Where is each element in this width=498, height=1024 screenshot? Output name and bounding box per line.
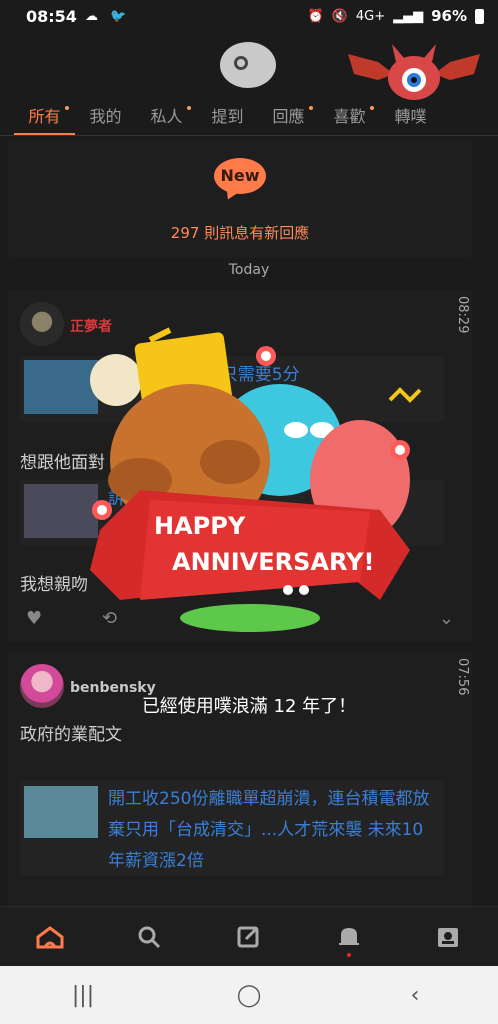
nav-notifications[interactable] [299, 907, 399, 966]
search-icon [138, 926, 161, 948]
battery-icon [475, 8, 484, 24]
tab-label: 提到 [211, 107, 244, 126]
mute-icon: 🔇 [331, 8, 348, 24]
tab-mine[interactable]: 我的 [75, 102, 136, 135]
plurk-post[interactable]: benbensky 07:56 政府的業配文 開工收250份離職單超崩潰，連台積… [8, 652, 472, 906]
alarm-icon: ⏰ [307, 8, 324, 24]
nav-profile[interactable] [398, 907, 498, 966]
chevron-down-icon[interactable]: ⌄ [439, 608, 454, 629]
tab-label: 回應 [272, 107, 305, 126]
tab-label: 喜歡 [333, 107, 366, 126]
notification-icons: ☁ 🐦 [84, 8, 131, 24]
recents-icon[interactable]: ||| [0, 966, 166, 1024]
date-divider: Today [228, 262, 270, 278]
plurk-logo[interactable] [220, 42, 276, 88]
network-label: 4G+ [355, 8, 386, 24]
demon-mascot-icon[interactable] [348, 40, 480, 104]
link-preview[interactable]: 開工收250份離職單超崩潰，連台積電都放棄只用「台成清交」...人才荒來襲 未來… [20, 780, 444, 876]
back-icon[interactable]: ‹ [332, 966, 498, 1024]
nav-compose[interactable] [199, 907, 299, 966]
tab-label: 我的 [89, 107, 122, 126]
new-responses-banner[interactable]: New 297 則訊息有新回應 [8, 140, 472, 258]
link-title[interactable]: 開工收250份離職單超崩潰，連台積電都放棄只用「台成清交」...人才荒來襲 未來… [108, 784, 436, 877]
status-bar: 08:54 ☁ 🐦 ⏰ 🔇 4G+ ▂▄▆ 96% [0, 0, 498, 32]
home-icon [36, 925, 64, 948]
tab-label: 私人 [150, 107, 183, 126]
clock: 08:54 [26, 6, 77, 26]
avatar[interactable] [20, 302, 64, 346]
link-thumbnail [24, 786, 98, 838]
profile-card-icon [438, 927, 459, 947]
nav-search[interactable] [100, 907, 200, 966]
anniversary-line2: ANNIVERSARY! [172, 548, 374, 576]
post-time: 08:29 [455, 296, 470, 334]
anniversary-message: 已經使用噗浪滿 12 年了！ [141, 696, 357, 717]
logo-eye-icon [234, 56, 248, 70]
home-button-icon[interactable]: ◯ [166, 966, 332, 1024]
signal-icon: ▂▄▆ [393, 8, 424, 24]
tab-private[interactable]: 私人 [136, 102, 197, 135]
new-responses-text: 297 則訊息有新回應 [170, 224, 310, 242]
app-header [0, 32, 498, 102]
unread-dot [309, 106, 313, 110]
tab-label: 轉噗 [394, 107, 427, 126]
bottom-nav [0, 906, 498, 966]
post-text: 政府的業配文 [20, 725, 122, 745]
filter-tabs: 所有 我的 私人 提到 回應 喜歡 轉噗 [0, 102, 498, 136]
compose-icon [237, 926, 259, 947]
unread-dot [65, 106, 69, 110]
like-icon[interactable]: ♥ [26, 608, 42, 629]
tab-replies[interactable]: 回應 [258, 102, 319, 135]
battery-percent: 96% [431, 7, 467, 25]
status-right: ⏰ 🔇 4G+ ▂▄▆ 96% [307, 7, 484, 25]
bell-icon [338, 927, 359, 945]
anniversary-illustration: HAPPY ANNIVERSARY! [90, 327, 422, 632]
nav-home[interactable] [0, 907, 100, 966]
tab-all[interactable]: 所有 [14, 102, 75, 135]
tab-replurks[interactable]: 轉噗 [380, 102, 441, 135]
unread-dot [187, 106, 191, 110]
notification-dot [346, 953, 351, 957]
unread-dot [370, 106, 374, 110]
new-badge: New [214, 158, 266, 194]
tab-label: 所有 [28, 107, 61, 126]
tab-likes[interactable]: 喜歡 [319, 102, 380, 135]
tab-mentions[interactable]: 提到 [197, 102, 258, 135]
anniversary-line1: HAPPY [154, 512, 246, 540]
post-time: 07:56 [455, 658, 470, 696]
system-nav: ||| ◯ ‹ [0, 966, 498, 1024]
